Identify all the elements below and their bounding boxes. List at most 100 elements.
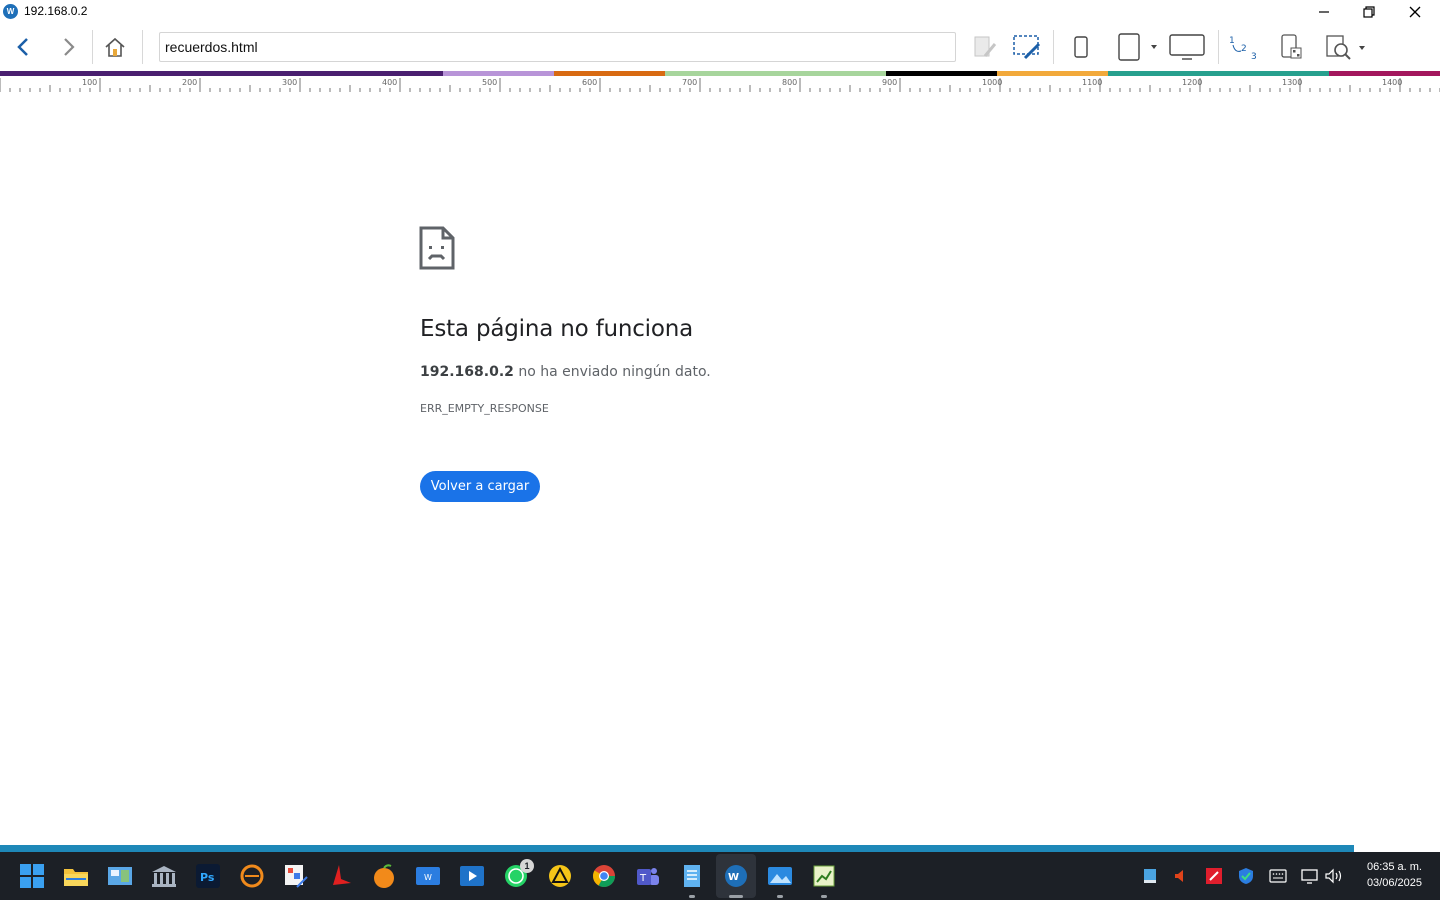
fruit-icon [374,864,394,888]
qr-preview-button[interactable] [1274,32,1308,62]
taskbar-photoshop[interactable]: Ps [194,862,222,890]
desktop-monitor-icon [1169,34,1205,60]
amd-icon [1206,868,1222,884]
sad-page-icon [419,226,455,275]
ruler-label: 1400 [1382,78,1402,87]
taskbar-bank-app[interactable] [150,862,178,890]
tray-amd[interactable] [1204,866,1224,886]
running-indicator [821,895,827,898]
taskbar-notepad[interactable] [678,862,706,890]
speaker-red-icon [1175,870,1183,882]
network-monitor-icon [1301,869,1318,884]
edit-page-icon [974,36,997,57]
close-icon [1409,6,1421,17]
taskbar-control-panel[interactable] [106,862,134,890]
taskbar-teams[interactable]: T [634,862,662,890]
ruler-label: 600 [582,78,597,87]
editor-chart-icon [813,865,835,887]
error-host: 192.168.0.2 [420,364,514,380]
tablet-icon [1118,33,1157,61]
media-player-icon [460,866,484,886]
edit-page-button[interactable] [968,32,1000,62]
ruler-label: 300 [282,78,297,87]
forward-arrow-icon [64,38,75,56]
svg-text:W: W [424,873,432,882]
address-input[interactable]: recuerdos.html [159,32,956,62]
taskbar-media-player[interactable] [458,862,486,890]
error-message: no ha enviado ningún dato. [513,364,711,380]
taskbar-fl-studio[interactable] [370,862,398,890]
progress-fill [0,845,1354,852]
taskbar-editor[interactable] [810,862,838,890]
preview-search-button[interactable] [1322,32,1368,62]
notepad-icon [684,865,700,887]
warning-triangle-icon [549,865,571,887]
photoshop-icon: Ps [196,864,220,888]
ruler-label: 800 [782,78,797,87]
numbering-icon: 123 [1229,36,1257,61]
taskbar-file-explorer[interactable] [62,862,90,890]
select-pencil-icon [1013,35,1041,60]
taskbar-photos[interactable] [766,862,794,890]
word-icon: W [416,867,440,885]
chrome-icon [593,865,615,887]
home-icon [105,37,125,57]
folder-icon [64,869,88,886]
svg-text:W: W [728,872,739,883]
tray-network[interactable] [1300,866,1320,886]
teams-icon: T [637,868,659,885]
forward-button[interactable] [54,32,84,62]
taskbar-word[interactable]: W [414,862,442,890]
tray-keyboard[interactable] [1268,866,1288,886]
select-edit-button[interactable] [1010,32,1044,62]
ruler-label: 100 [82,78,97,87]
taskbar-snipping-tool[interactable] [282,862,310,890]
tablet-view-button[interactable] [1110,32,1160,62]
ruler-numbering-button[interactable]: 123 [1226,32,1260,62]
browser-toolbar: recuerdos.html 123 [0,23,1440,71]
clock-time[interactable]: 06:35 a. m. [1367,861,1422,873]
home-button[interactable] [100,32,130,62]
ruler-ticks: 100 200 300 400 500 600 700 800 900 1000 1100 1200 1… [0,78,1440,92]
taskbar-webstorm-browser[interactable]: W [722,862,750,890]
ruler-label: 1100 [1082,78,1102,87]
title-bar: W 192.168.0.2 [0,0,1440,23]
ruler-label: 500 [482,78,497,87]
taskbar-orange-app[interactable] [238,862,266,890]
pixel-ruler: 100 200 300 400 500 600 700 800 900 1000 1100 1200 1… [0,76,1440,92]
svg-text:2: 2 [1241,44,1247,54]
phone-icon [1074,36,1088,58]
restore-button[interactable] [1346,0,1392,23]
start-button[interactable] [18,862,46,890]
desktop-view-button[interactable] [1166,32,1208,62]
snipping-tool-icon [285,865,308,888]
taskbar-chrome[interactable] [590,862,618,890]
minimize-button[interactable] [1301,0,1347,23]
pdf-reader-icon [333,865,351,885]
tablet-tray-icon [1144,869,1156,883]
tray-security[interactable] [1236,866,1256,886]
keyboard-icon [1269,869,1287,883]
tray-tablet[interactable] [1140,866,1160,886]
orange-ring-icon [240,864,264,888]
tray-audio-app[interactable] [1170,866,1190,886]
taskbar-pdf-reader[interactable] [326,862,354,890]
ruler-label: 1000 [982,78,1002,87]
ruler-label: 1200 [1182,78,1202,87]
back-arrow-icon [17,38,28,56]
toolbar-separator [1053,30,1054,64]
clock-date[interactable]: 03/06/2025 [1367,877,1422,889]
whatsapp-notification-badge: 1 [520,859,534,873]
tray-volume[interactable] [1324,866,1344,886]
phone-view-button[interactable] [1066,32,1096,62]
running-indicator [689,895,695,898]
close-button[interactable] [1392,0,1438,23]
back-button[interactable] [8,32,38,62]
running-indicator [777,895,783,898]
ruler-label: 1300 [1282,78,1302,87]
taskbar-warning-app[interactable] [546,862,574,890]
control-panel-icon [108,867,132,885]
photos-icon [768,867,792,885]
qr-phone-icon [1281,34,1302,59]
reload-button[interactable]: Volver a cargar [420,471,540,502]
